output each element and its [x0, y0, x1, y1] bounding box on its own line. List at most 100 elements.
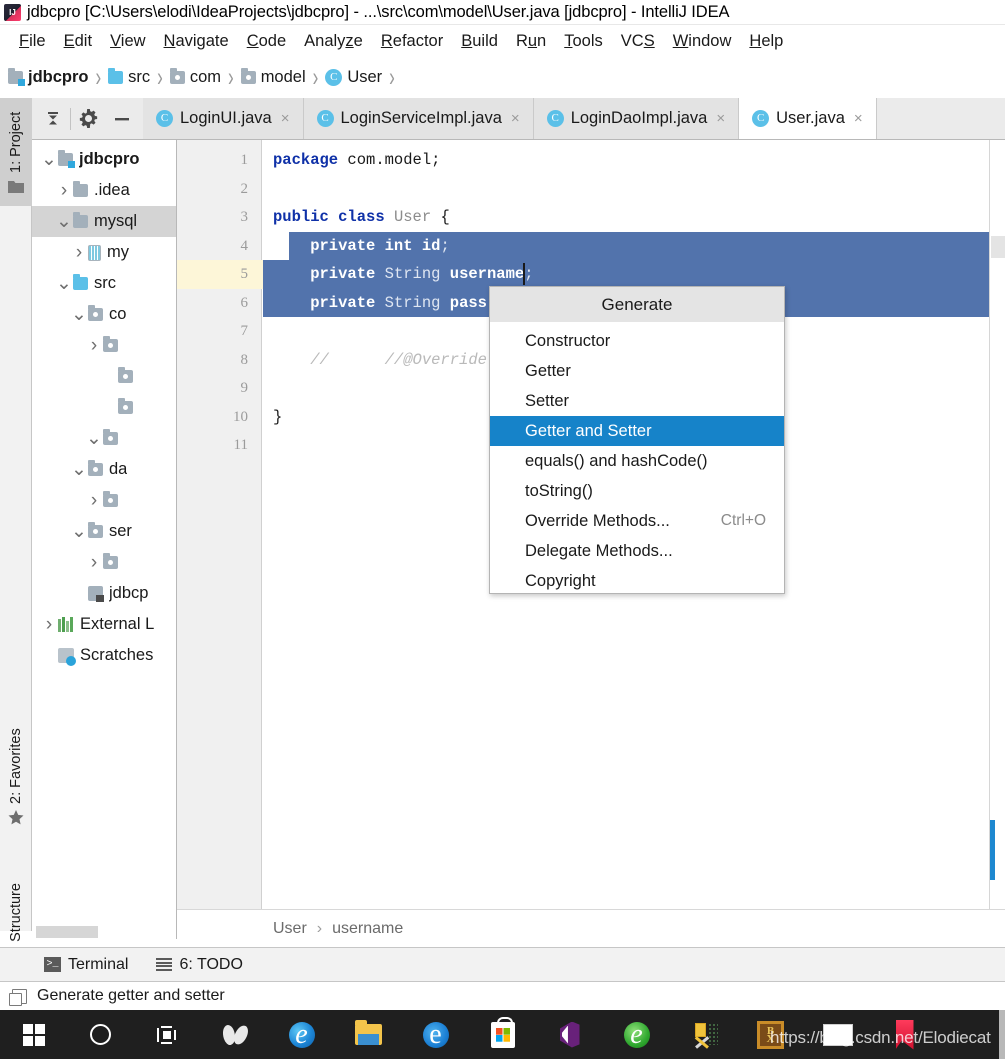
cortana-search-icon[interactable] [67, 1010, 134, 1059]
visual-studio-icon[interactable] [536, 1010, 603, 1059]
bottom-item-todo[interactable]: 6: TODO [156, 956, 243, 974]
mail-icon[interactable] [804, 1010, 871, 1059]
menu-item-help[interactable]: Help [740, 30, 792, 53]
tree-node-da[interactable]: ⌄ da [32, 454, 176, 485]
red-app-icon[interactable] [871, 1010, 938, 1059]
microsoft-edge-icon[interactable] [402, 1010, 469, 1059]
chevron-right-icon[interactable]: › [85, 335, 103, 357]
start-button-icon[interactable] [0, 1010, 67, 1059]
browser-green-icon[interactable] [603, 1010, 670, 1059]
error-stripe-mark[interactable] [990, 820, 995, 880]
bottom-item-terminal[interactable]: >_ Terminal [44, 956, 128, 974]
chevron-right-icon[interactable]: › [70, 242, 88, 264]
menu-item-navigate[interactable]: Navigate [155, 30, 238, 53]
gear-icon[interactable] [71, 98, 105, 140]
editor-tab-label: LoginDaoImpl.java [570, 109, 708, 127]
tree-node-my[interactable]: › my [32, 237, 176, 268]
generate-menu-item-tostring[interactable]: toString() [490, 476, 784, 506]
editor-tab-loginui[interactable]: C LoginUI.java × [143, 98, 304, 139]
editor-breadcrumb-class[interactable]: User [273, 920, 307, 938]
scrollbar-thumb[interactable] [36, 926, 98, 938]
generate-menu-item-label: Getter [525, 361, 571, 380]
close-icon[interactable]: × [511, 110, 520, 127]
menu-item-file[interactable]: File [10, 30, 55, 53]
chevron-down-icon[interactable]: ⌄ [55, 212, 73, 231]
minimize-icon[interactable] [105, 98, 139, 140]
tree-node[interactable] [32, 392, 176, 423]
menu-item-edit[interactable]: Edit [55, 30, 101, 53]
close-icon[interactable]: × [854, 110, 863, 127]
sidebar-item-project[interactable]: 1: Project [0, 98, 32, 206]
box-icon[interactable] [737, 1010, 804, 1059]
tree-node[interactable]: › [32, 485, 176, 516]
menu-item-window[interactable]: Window [664, 30, 741, 53]
chevron-right-icon[interactable]: › [85, 552, 103, 574]
generate-menu-item-delegate-methods[interactable]: Delegate Methods... [490, 536, 784, 566]
menu-item-code[interactable]: Code [238, 30, 295, 53]
editor-scrollbar[interactable] [989, 140, 1005, 909]
generate-menu-item-getter-and-setter[interactable]: Getter and Setter [490, 416, 784, 446]
tree-node-ser[interactable]: ⌄ ser [32, 516, 176, 547]
editor-breadcrumb-member[interactable]: username [332, 920, 403, 938]
tree-node-idea[interactable]: › .idea [32, 175, 176, 206]
chevron-down-icon[interactable]: ⌄ [55, 274, 73, 293]
internet-explorer-icon[interactable] [268, 1010, 335, 1059]
sidebar-item-favorites[interactable]: 2: Favorites [0, 706, 32, 846]
menu-item-view[interactable]: View [101, 30, 154, 53]
breadcrumb-item-jdbcpro[interactable]: jdbcpro [8, 68, 89, 87]
chevron-down-icon[interactable]: ⌄ [70, 522, 88, 541]
menu-item-analyze[interactable]: Analyze [295, 30, 372, 53]
tree-node-mysql[interactable]: ⌄ mysql [32, 206, 176, 237]
menu-item-build[interactable]: Build [452, 30, 507, 53]
tree-node-scratches[interactable]: Scratches [32, 640, 176, 671]
menu-item-tools[interactable]: Tools [555, 30, 612, 53]
scrollbar-thumb[interactable] [991, 236, 1005, 258]
file-explorer-icon[interactable] [335, 1010, 402, 1059]
generate-menu-item-constructor[interactable]: Constructor [490, 326, 784, 356]
code-token: id [421, 236, 441, 255]
menu-item-refactor[interactable]: Refactor [372, 30, 452, 53]
tree-node[interactable]: ⌄ [32, 423, 176, 454]
generate-menu-item-copyright[interactable]: Copyright [490, 566, 784, 596]
tree-node[interactable]: › [32, 330, 176, 361]
tools-icon[interactable] [670, 1010, 737, 1059]
tree-node[interactable]: › [32, 547, 176, 578]
chevron-right-icon[interactable]: › [85, 490, 103, 512]
menu-item-vcs[interactable]: VCS [612, 30, 664, 53]
task-view-icon[interactable] [134, 1010, 201, 1059]
breadcrumb-item-com[interactable]: com [169, 68, 221, 87]
breadcrumb-item-model[interactable]: model [240, 68, 306, 87]
breadcrumb-item-label: model [260, 68, 306, 86]
tree-node-label: src [94, 274, 116, 292]
tree-node-externall[interactable]: › External L [32, 609, 176, 640]
code-token: { [431, 208, 450, 226]
chevron-down-icon[interactable]: ⌄ [70, 460, 88, 479]
collapse-all-icon[interactable] [36, 98, 70, 140]
generate-menu-item-setter[interactable]: Setter [490, 386, 784, 416]
project-panel-hscrollbar[interactable] [32, 925, 177, 939]
menu-item-run[interactable]: Run [507, 30, 555, 53]
editor-tab-logindaoimpl[interactable]: C LoginDaoImpl.java × [533, 98, 740, 139]
generate-menu-item-equals-and-hashcode[interactable]: equals() and hashCode() [490, 446, 784, 476]
breadcrumb-item-user[interactable]: C User [325, 68, 382, 87]
tree-node-jdbcpro[interactable]: ⌄ jdbcpro [32, 144, 176, 175]
tree-node-src[interactable]: ⌄ src [32, 268, 176, 299]
generate-menu-item-override-methods[interactable]: Override Methods... Ctrl+O [490, 506, 784, 536]
editor-tab-user[interactable]: C User.java × [739, 98, 877, 139]
close-icon[interactable]: × [716, 110, 725, 127]
chevron-right-icon[interactable]: › [40, 614, 58, 636]
chevron-down-icon[interactable]: ⌄ [70, 305, 88, 324]
generate-menu-item-getter[interactable]: Getter [490, 356, 784, 386]
chevron-down-icon[interactable]: ⌄ [40, 150, 58, 169]
tree-node-co[interactable]: ⌄ co [32, 299, 176, 330]
editor-tab-loginserviceimpl[interactable]: C LoginServiceImpl.java × [303, 98, 534, 139]
tree-node-jdbcp[interactable]: jdbcp [32, 578, 176, 609]
microsoft-store-icon[interactable] [469, 1010, 536, 1059]
breadcrumb-item-src[interactable]: src [108, 68, 150, 87]
generate-popup[interactable]: Generate Constructor Getter Setter Getter a… [489, 286, 785, 594]
chevron-right-icon[interactable]: › [55, 180, 73, 202]
sogou-input-icon[interactable] [201, 1010, 268, 1059]
close-icon[interactable]: × [281, 110, 290, 127]
tree-node[interactable] [32, 361, 176, 392]
chevron-down-icon[interactable]: ⌄ [85, 429, 103, 448]
